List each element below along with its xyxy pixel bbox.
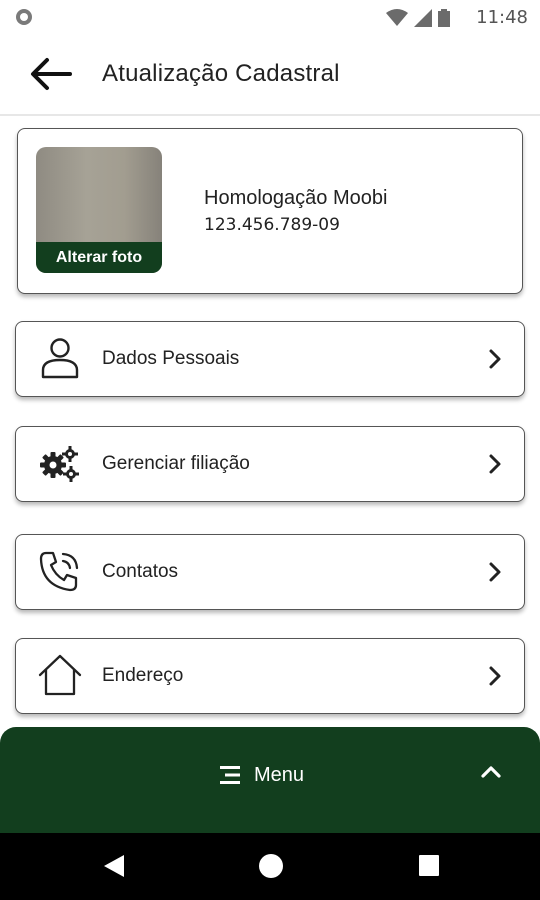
menu-item-address[interactable]: Endereço [15, 638, 525, 714]
page-title: Atualização Cadastral [102, 60, 340, 87]
chevron-right-icon [489, 454, 501, 474]
battery-icon [438, 9, 450, 27]
status-time: 11:48 [476, 7, 528, 28]
gears-icon [38, 441, 82, 485]
chevron-right-icon [489, 349, 501, 369]
change-photo-button[interactable]: Alterar foto [36, 242, 162, 273]
nav-recents-icon[interactable] [418, 853, 440, 879]
menu-item-label: Gerenciar filiação [102, 453, 250, 474]
nav-back-icon[interactable] [102, 853, 126, 879]
profile-photo[interactable]: Alterar foto [36, 147, 162, 273]
menu-icon [220, 766, 240, 784]
menu-button[interactable]: Menu [218, 761, 304, 789]
bottom-menu-bar: Menu [0, 727, 540, 833]
signal-icon [414, 9, 432, 27]
chevron-right-icon [489, 562, 501, 582]
profile-cpf: 123.456.789-09 [204, 215, 340, 235]
phone-ringing-icon [38, 549, 82, 593]
system-navigation-bar [0, 833, 540, 900]
menu-label: Menu [254, 763, 305, 786]
arrow-left-icon [31, 58, 72, 90]
chevron-up-icon[interactable] [480, 763, 502, 779]
chevron-right-icon [489, 666, 501, 686]
app-bar: Atualização Cadastral [0, 36, 540, 116]
menu-item-label: Dados Pessoais [102, 348, 240, 369]
back-button[interactable] [28, 56, 76, 92]
nav-home-icon[interactable] [258, 853, 284, 879]
menu-item-manage-affiliation[interactable]: Gerenciar filiação [15, 426, 525, 502]
menu-item-label: Contatos [102, 561, 179, 582]
menu-item-personal-data[interactable]: Dados Pessoais [15, 321, 525, 397]
notification-icon [16, 9, 32, 25]
person-icon [38, 336, 82, 380]
menu-item-label: Endereço [102, 665, 184, 686]
wifi-icon [386, 9, 408, 26]
status-icons [386, 9, 450, 27]
house-icon [38, 653, 82, 697]
profile-card: Alterar foto Homologação Moobi 123.456.7… [17, 128, 523, 294]
status-bar: 11:48 [0, 0, 540, 36]
menu-item-contacts[interactable]: Contatos [15, 534, 525, 610]
profile-name: Homologação Moobi [204, 187, 388, 209]
